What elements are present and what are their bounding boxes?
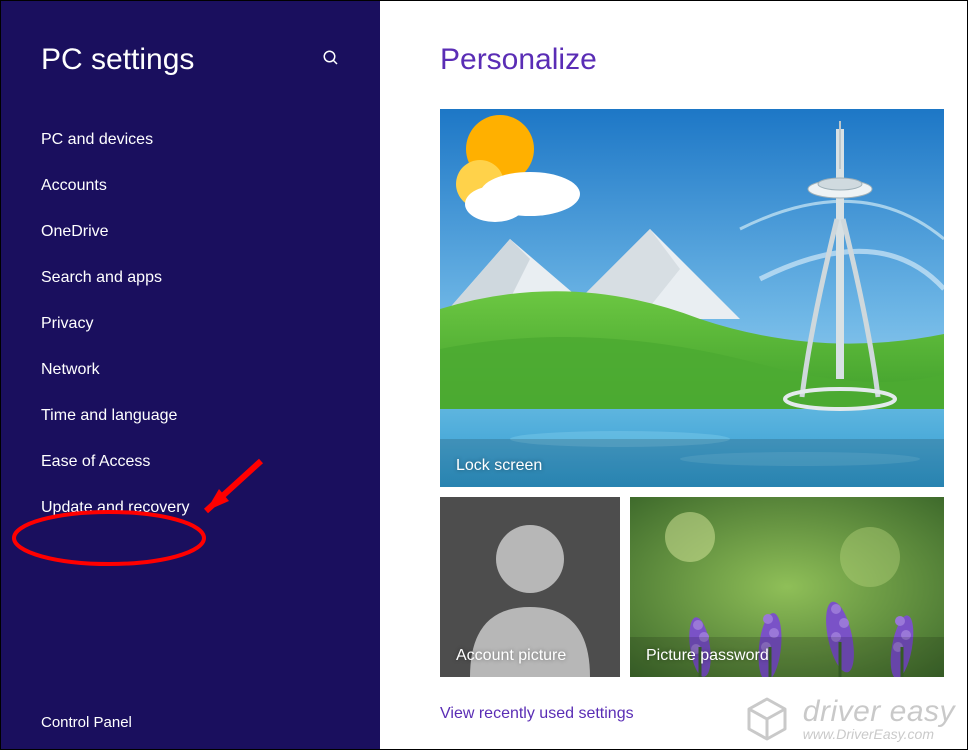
sidebar-item-accounts[interactable]: Accounts xyxy=(1,163,380,209)
sidebar-item-pc-and-devices[interactable]: PC and devices xyxy=(1,117,380,163)
sidebar-header: PC settings xyxy=(1,1,380,97)
sidebar-item-update-and-recovery[interactable]: Update and recovery xyxy=(1,485,380,531)
search-icon[interactable] xyxy=(322,49,340,72)
watermark-url: www.DriverEasy.com xyxy=(803,727,955,742)
picture-password-tile[interactable]: Picture password xyxy=(630,497,944,677)
lock-screen-image xyxy=(440,109,944,487)
sidebar-nav: PC and devices Accounts OneDrive Search … xyxy=(1,117,380,531)
lock-screen-tile[interactable]: Lock screen xyxy=(440,109,944,487)
main-content: Personalize xyxy=(380,1,967,749)
watermark-brand: driver easy xyxy=(803,696,955,728)
sidebar-item-time-and-language[interactable]: Time and language xyxy=(1,393,380,439)
section-title: Personalize xyxy=(440,43,945,77)
sidebar-item-search-and-apps[interactable]: Search and apps xyxy=(1,255,380,301)
sidebar-item-ease-of-access[interactable]: Ease of Access xyxy=(1,439,380,485)
watermark-cube-icon xyxy=(743,695,791,743)
sidebar-item-onedrive[interactable]: OneDrive xyxy=(1,209,380,255)
page-title: PC settings xyxy=(41,43,194,77)
personalize-tiles: Lock screen Account picture xyxy=(440,109,945,677)
sidebar-item-privacy[interactable]: Privacy xyxy=(1,301,380,347)
view-recent-settings-link[interactable]: View recently used settings xyxy=(440,705,634,723)
picture-password-label: Picture password xyxy=(646,647,769,665)
watermark: driver easy www.DriverEasy.com xyxy=(743,695,955,743)
account-picture-label: Account picture xyxy=(456,647,566,665)
control-panel-link[interactable]: Control Panel xyxy=(41,714,132,731)
lock-screen-label: Lock screen xyxy=(456,457,542,475)
account-picture-tile[interactable]: Account picture xyxy=(440,497,620,677)
sidebar: PC settings PC and devices Accounts OneD… xyxy=(1,1,380,749)
sidebar-item-network[interactable]: Network xyxy=(1,347,380,393)
